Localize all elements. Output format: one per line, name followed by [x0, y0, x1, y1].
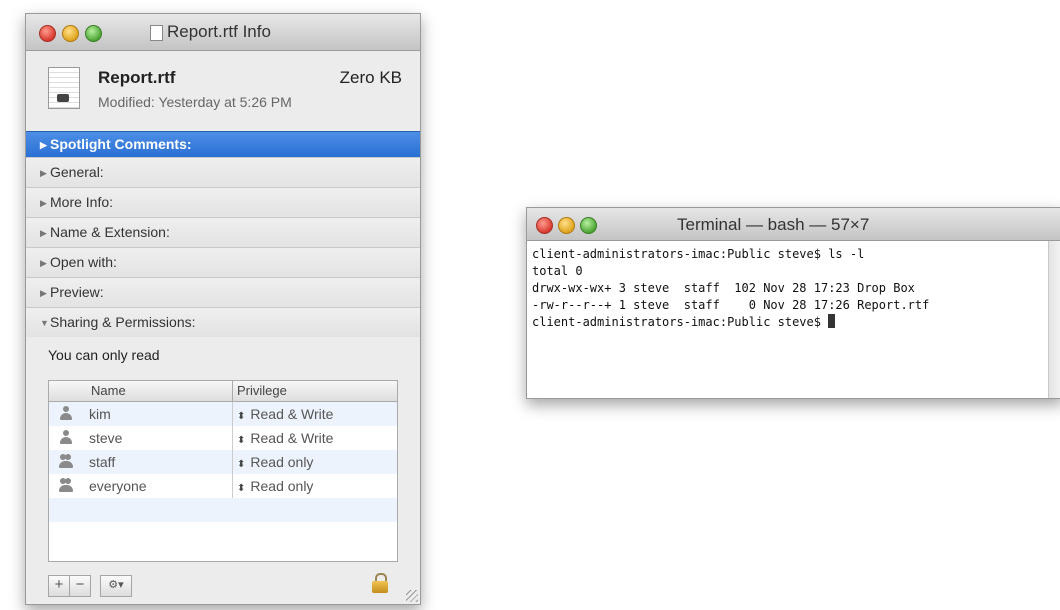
- disclosure-triangle-icon: ▶: [40, 258, 47, 268]
- close-button[interactable]: [536, 217, 553, 234]
- zoom-button[interactable]: [580, 217, 597, 234]
- add-user-button[interactable]: +: [48, 575, 70, 597]
- rtf-file-icon: [48, 67, 80, 109]
- gear-action-button[interactable]: ⚙▾: [100, 575, 132, 597]
- user-name: kim: [89, 406, 111, 422]
- text-cursor: [828, 314, 836, 328]
- remove-user-button[interactable]: −: [69, 575, 91, 597]
- sharing-panel: You can only read Name Privilege kim ⬍ Re…: [26, 337, 420, 604]
- updown-arrows-icon: ⬍: [237, 435, 246, 446]
- zoom-button[interactable]: [85, 25, 102, 42]
- file-name: Report.rtf: [98, 68, 176, 87]
- resize-grip-icon[interactable]: [406, 590, 418, 602]
- disclosure-triangle-icon: ▶: [40, 228, 47, 238]
- user-name: steve: [89, 430, 123, 446]
- privilege-popup[interactable]: ⬍ Read & Write: [232, 402, 333, 426]
- section-label: Spotlight Comments:: [50, 136, 192, 152]
- section-label: More Info:: [50, 194, 114, 210]
- section-label: General:: [50, 164, 104, 180]
- minimize-button[interactable]: [62, 25, 79, 42]
- updown-arrows-icon: ⬍: [237, 459, 246, 470]
- section-more-info[interactable]: ▶ More Info:: [26, 187, 420, 217]
- user-icon: [59, 430, 73, 444]
- document-icon: [150, 25, 163, 41]
- table-row[interactable]: staff ⬍ Read only: [49, 450, 397, 474]
- terminal-line: -rw-r--r--+ 1 steve staff 0 Nov 28 17:26…: [532, 298, 930, 312]
- user-icon: [59, 406, 73, 420]
- section-label: Preview:: [50, 284, 104, 300]
- terminal-window: Terminal — bash — 57×7 client-administra…: [526, 207, 1060, 399]
- permissions-toolbar: + − ⚙▾: [48, 573, 396, 597]
- user-name: everyone: [89, 478, 147, 494]
- permissions-table[interactable]: Name Privilege kim ⬍ Read & Write steve ⬍…: [48, 380, 398, 562]
- section-preview[interactable]: ▶ Preview:: [26, 277, 420, 307]
- terminal-prompt-line: client-administrators-imac:Public steve$: [532, 314, 929, 331]
- everyone-icon: [59, 478, 73, 492]
- table-header: Name Privilege: [49, 381, 397, 402]
- privilege-value: Read only: [250, 454, 314, 470]
- section-open-with[interactable]: ▶ Open with:: [26, 247, 420, 277]
- section-name-extension[interactable]: ▶ Name & Extension:: [26, 217, 420, 247]
- column-header-name[interactable]: Name: [91, 381, 126, 401]
- disclosure-triangle-icon: ▶: [40, 288, 47, 298]
- empty-row: [49, 522, 397, 546]
- permission-note: You can only read: [48, 347, 160, 363]
- disclosure-triangle-expanded-icon: ▼: [40, 318, 49, 328]
- terminal-title: Terminal — bash — 57×7: [677, 215, 870, 234]
- info-titlebar[interactable]: Report.rtf Info: [26, 14, 420, 51]
- close-button[interactable]: [39, 25, 56, 42]
- terminal-prompt: client-administrators-imac:Public steve$: [532, 315, 829, 329]
- window-title: Report.rtf Info: [167, 22, 271, 41]
- table-rows: kim ⬍ Read & Write steve ⬍ Read & Write st…: [49, 402, 397, 546]
- terminal-scrollbar[interactable]: [1048, 241, 1060, 398]
- group-icon: [59, 454, 73, 468]
- section-label: Name & Extension:: [50, 224, 170, 240]
- updown-arrows-icon: ⬍: [237, 483, 246, 494]
- disclosure-triangle-icon: ▶: [40, 140, 47, 150]
- section-label: Sharing & Permissions:: [50, 314, 196, 330]
- terminal-line: drwx-wx-wx+ 3 steve staff 102 Nov 28 17:…: [532, 281, 915, 295]
- modified-date: Modified: Yesterday at 5:26 PM: [98, 94, 292, 110]
- terminal-titlebar[interactable]: Terminal — bash — 57×7: [527, 208, 1060, 241]
- user-name: staff: [89, 454, 116, 470]
- terminal-output[interactable]: client-administrators-imac:Public steve$…: [532, 246, 929, 331]
- section-sharing-permissions[interactable]: ▼Sharing & Permissions:: [26, 307, 420, 337]
- table-row[interactable]: everyone ⬍ Read only: [49, 474, 397, 498]
- privilege-popup[interactable]: ⬍ Read only: [232, 474, 313, 498]
- privilege-popup[interactable]: ⬍ Read only: [232, 450, 313, 474]
- column-header-privilege[interactable]: Privilege: [232, 381, 287, 401]
- minimize-button[interactable]: [558, 217, 575, 234]
- privilege-value: Read & Write: [250, 430, 334, 446]
- info-window: Report.rtf Info Report.rtf Zero KB Modif…: [25, 13, 421, 605]
- disclosure-triangle-icon: ▶: [40, 168, 47, 178]
- updown-arrows-icon: ⬍: [237, 411, 246, 422]
- section-general[interactable]: ▶ General:: [26, 157, 420, 187]
- privilege-value: Read & Write: [250, 406, 334, 422]
- table-row[interactable]: kim ⬍ Read & Write: [49, 402, 397, 426]
- section-spotlight-comments[interactable]: ▶ Spotlight Comments:: [26, 131, 420, 157]
- lock-icon[interactable]: [372, 573, 388, 593]
- terminal-line: total 0: [532, 264, 583, 278]
- empty-row: [49, 498, 397, 522]
- terminal-line: client-administrators-imac:Public steve$…: [532, 247, 865, 261]
- privilege-popup[interactable]: ⬍ Read & Write: [232, 426, 333, 450]
- privilege-value: Read only: [250, 478, 314, 494]
- section-label: Open with:: [50, 254, 117, 270]
- table-row[interactable]: steve ⬍ Read & Write: [49, 426, 397, 450]
- disclosure-triangle-icon: ▶: [40, 198, 47, 208]
- file-size: Zero KB: [339, 68, 402, 87]
- file-header: Report.rtf Zero KB Modified: Yesterday a…: [26, 51, 420, 131]
